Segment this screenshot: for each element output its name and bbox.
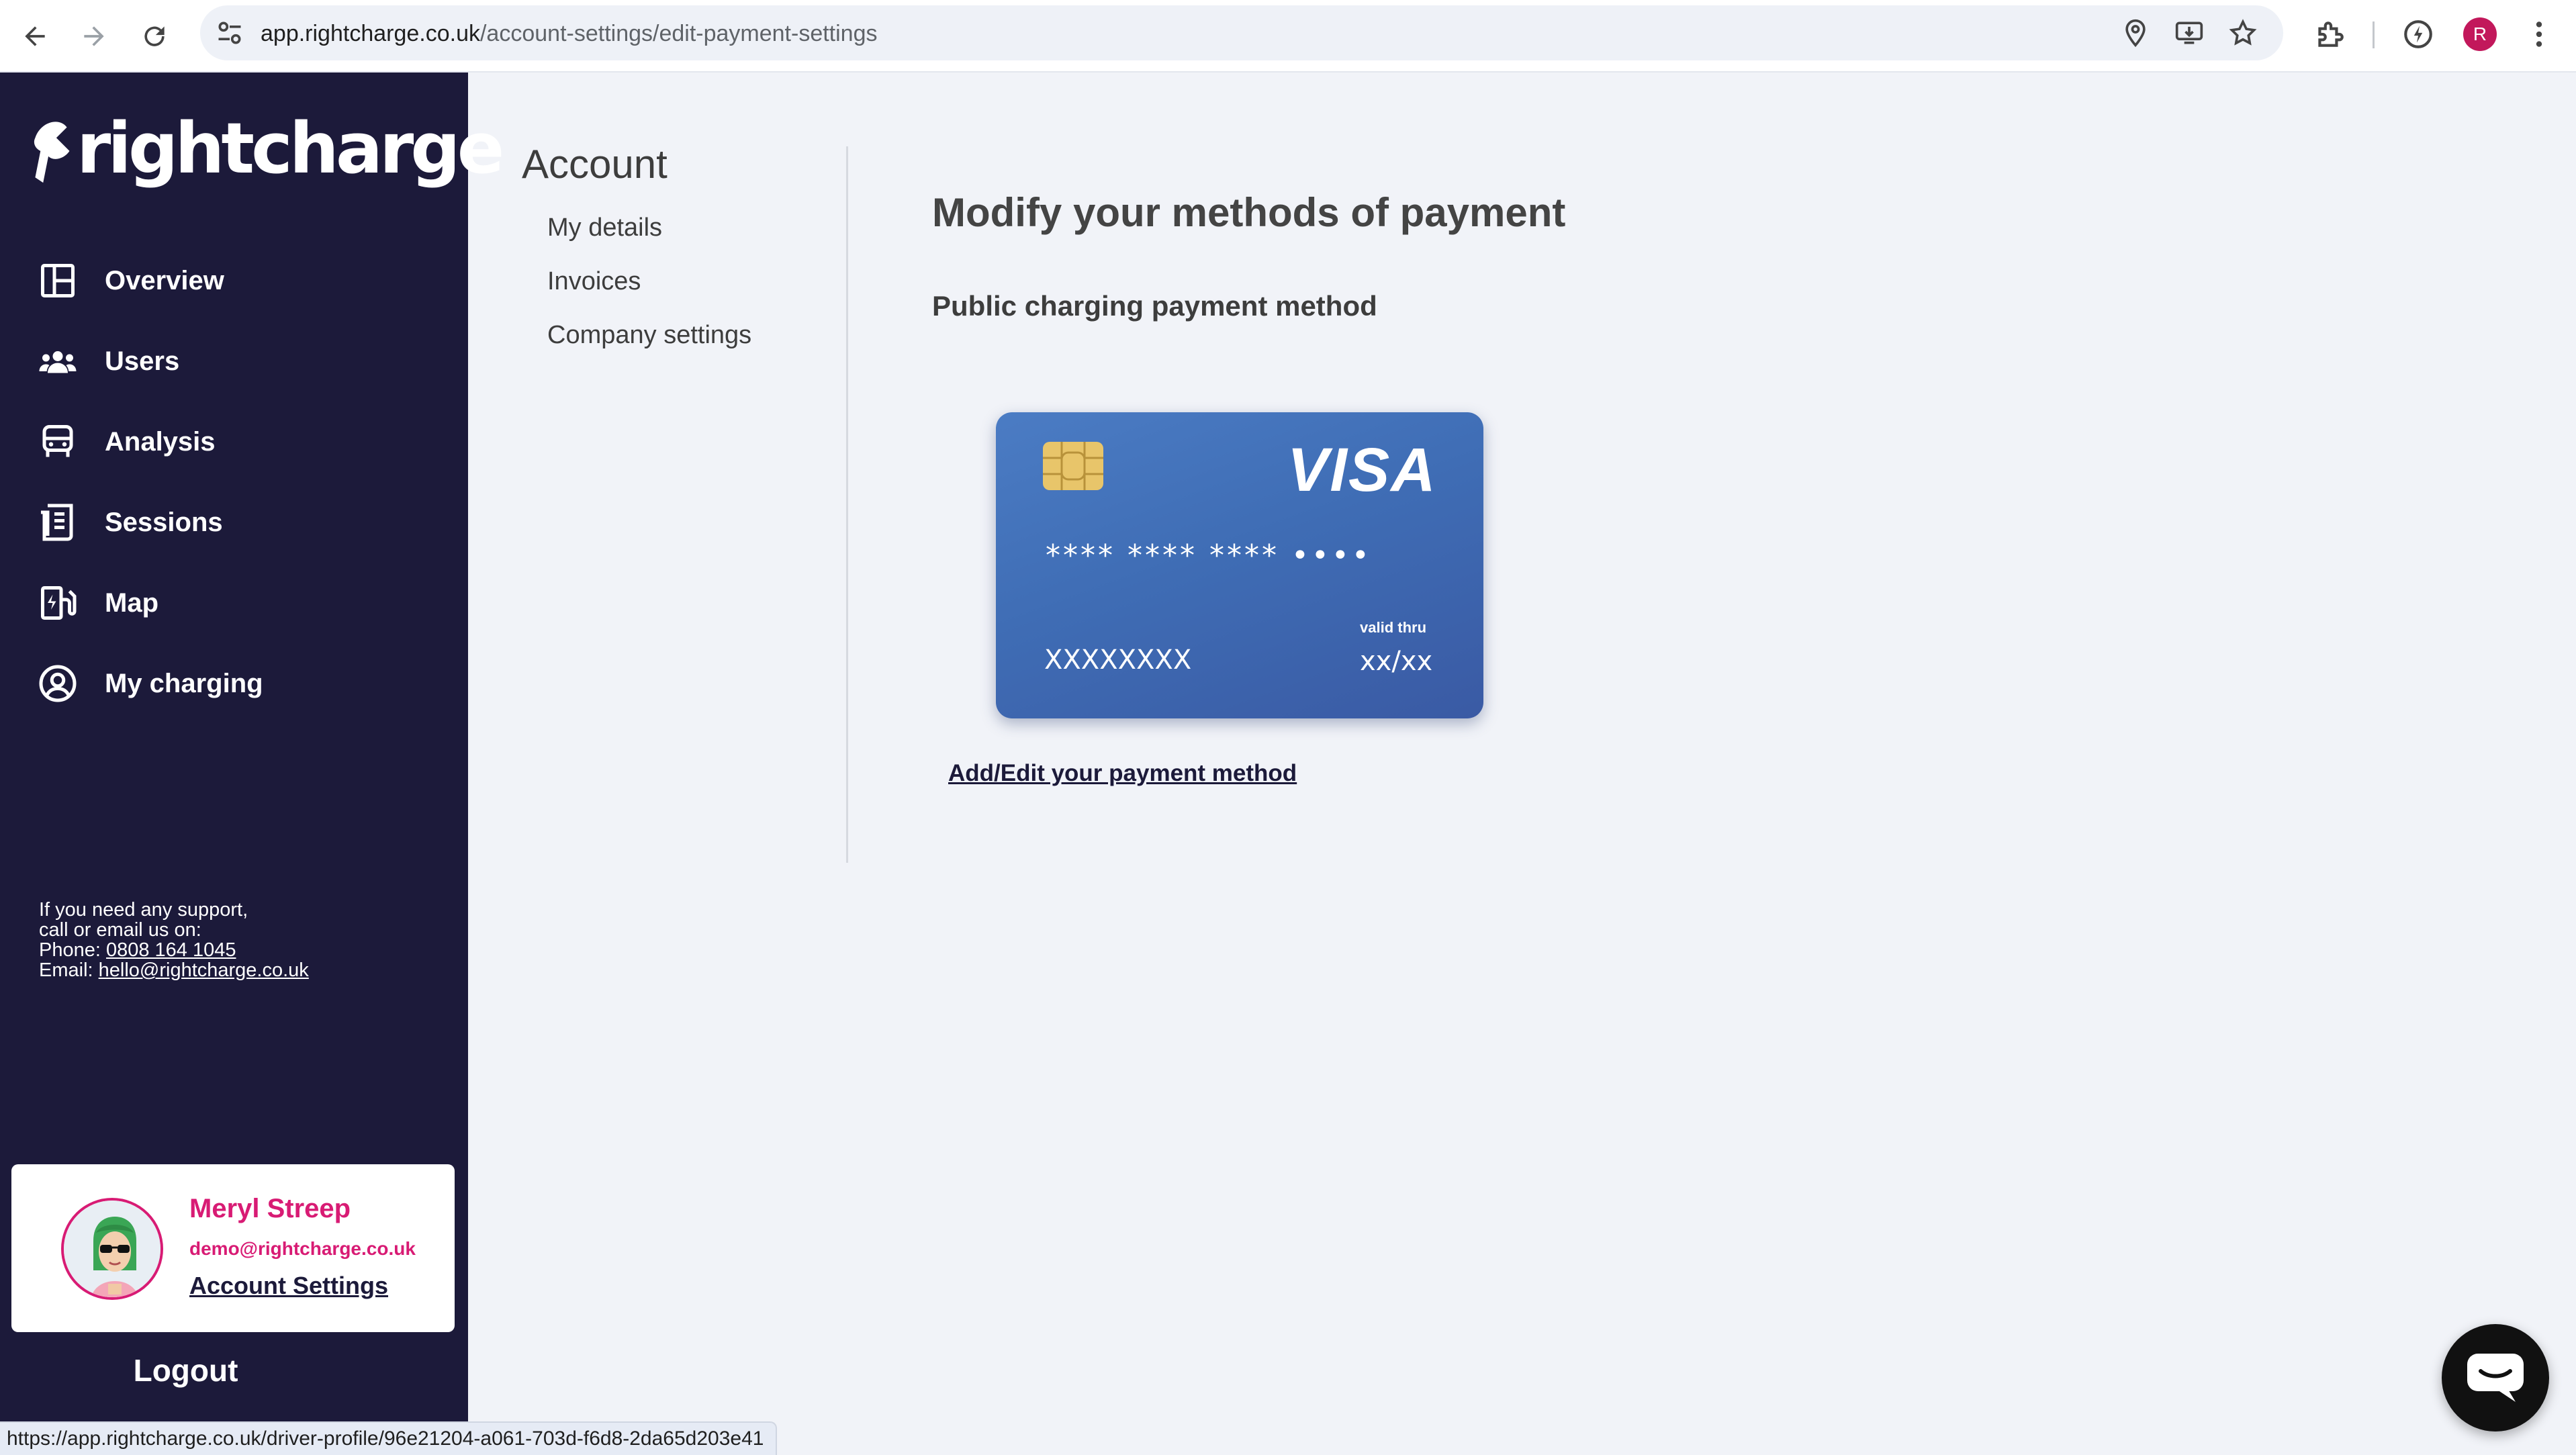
- status-bar-url: https://app.rightcharge.co.uk/driver-pro…: [0, 1421, 778, 1455]
- forward-button[interactable]: [73, 15, 116, 58]
- subnav-my-details[interactable]: My details: [547, 214, 662, 242]
- card-expiry: xx/xx: [1360, 646, 1433, 677]
- toolbar-divider: [2373, 21, 2375, 48]
- card-number: **** **** **** ••••: [1046, 538, 1372, 573]
- section-title: Public charging payment method: [932, 290, 1377, 322]
- logout-button[interactable]: Logout: [0, 1352, 371, 1389]
- subnav-company-settings[interactable]: Company settings: [547, 321, 751, 350]
- bookmark-star-icon[interactable]: [2228, 18, 2258, 48]
- reload-icon: [144, 26, 165, 46]
- arrow-right-icon: [84, 26, 104, 46]
- phone-link[interactable]: 0808 164 1045: [106, 939, 236, 961]
- sidebar-item-label: Overview: [105, 265, 224, 295]
- page-title: Modify your methods of payment: [932, 190, 1566, 235]
- email-label: Email:: [39, 959, 99, 981]
- address-bar[interactable]: app.rightcharge.co.uk/account-settings/e…: [200, 5, 2283, 60]
- logo-text: rightcharge: [77, 107, 504, 189]
- sidebar-item-overview[interactable]: Overview: [0, 247, 468, 314]
- user-circle-icon: [39, 665, 77, 702]
- browser-toolbar: app.rightcharge.co.uk/account-settings/e…: [0, 0, 2576, 73]
- sidebar: rightcharge Overview Users Analysis Sess…: [0, 73, 504, 1455]
- user-avatar-icon: [64, 1201, 160, 1297]
- user-card: Meryl Streep demo@rightcharge.co.uk Acco…: [11, 1164, 455, 1332]
- payment-card: VISA **** **** **** •••• XXXXXXXX valid …: [996, 412, 1483, 718]
- edit-payment-method-link[interactable]: Add/Edit your payment method: [948, 760, 1297, 787]
- sidebar-item-label: Map: [105, 588, 158, 618]
- sidebar-item-label: Sessions: [105, 507, 223, 537]
- sidebar-item-label: Users: [105, 346, 180, 376]
- profile-avatar[interactable]: R: [2463, 17, 2497, 51]
- support-line-1: If you need any support,: [39, 899, 248, 921]
- email-link[interactable]: hello@rightcharge.co.uk: [99, 959, 309, 981]
- rightcharge-logo[interactable]: rightcharge: [30, 107, 504, 189]
- install-app-icon[interactable]: [2174, 18, 2204, 48]
- back-button[interactable]: [13, 15, 56, 58]
- location-pin-icon[interactable]: [2121, 18, 2150, 48]
- section-divider: [846, 146, 848, 863]
- users-icon: [39, 351, 77, 373]
- charging-station-icon: [41, 586, 77, 620]
- extensions-icon[interactable]: [2313, 17, 2346, 51]
- user-name: Meryl Streep: [189, 1194, 351, 1223]
- phone-label: Phone:: [39, 939, 106, 961]
- support-phone: Phone: 0808 164 1045: [39, 940, 309, 960]
- sidebar-item-users[interactable]: Users: [0, 328, 468, 395]
- subnav-invoices[interactable]: Invoices: [547, 267, 641, 296]
- chat-bubble-icon: [2467, 1354, 2524, 1402]
- sidebar-item-my-charging[interactable]: My charging: [0, 650, 468, 717]
- user-email: demo@rightcharge.co.uk: [189, 1238, 416, 1259]
- card-chip-icon: [1043, 442, 1103, 490]
- card-brand-logo: VISA: [1287, 436, 1437, 504]
- car-icon: [42, 425, 73, 457]
- account-settings-link[interactable]: Account Settings: [189, 1272, 388, 1300]
- sidebar-item-label: My charging: [105, 668, 263, 698]
- chat-button[interactable]: [2442, 1324, 2549, 1431]
- support-line-2: call or email us on:: [39, 919, 201, 941]
- support-email: Email: hello@rightcharge.co.uk: [39, 960, 309, 980]
- card-holder: XXXXXXXX: [1044, 645, 1192, 675]
- sidebar-item-map[interactable]: Map: [0, 569, 468, 637]
- url-host: app.rightcharge.co.uk: [261, 21, 480, 46]
- profile-initial: R: [2473, 24, 2487, 44]
- reload-button[interactable]: [133, 15, 176, 58]
- more-menu-icon[interactable]: [2522, 17, 2556, 51]
- performance-icon[interactable]: [2401, 17, 2435, 51]
- url-path: /account-settings/edit-payment-settings: [479, 21, 878, 46]
- receipt-icon: [41, 504, 73, 541]
- logo-mark-icon: [34, 122, 70, 183]
- sidebar-item-sessions[interactable]: Sessions: [0, 489, 468, 556]
- valid-thru-label: valid thru: [1360, 619, 1427, 636]
- avatar[interactable]: [61, 1198, 163, 1300]
- layout-icon: [41, 264, 75, 297]
- sidebar-item-analysis[interactable]: Analysis: [0, 408, 468, 475]
- arrow-left-icon: [25, 26, 45, 46]
- site-info-icon[interactable]: [215, 18, 244, 48]
- support-info: If you need any support, call or email u…: [39, 900, 309, 980]
- url-text[interactable]: app.rightcharge.co.uk/account-settings/e…: [261, 19, 878, 48]
- sidebar-item-label: Analysis: [105, 426, 216, 457]
- account-heading: Account: [522, 142, 668, 187]
